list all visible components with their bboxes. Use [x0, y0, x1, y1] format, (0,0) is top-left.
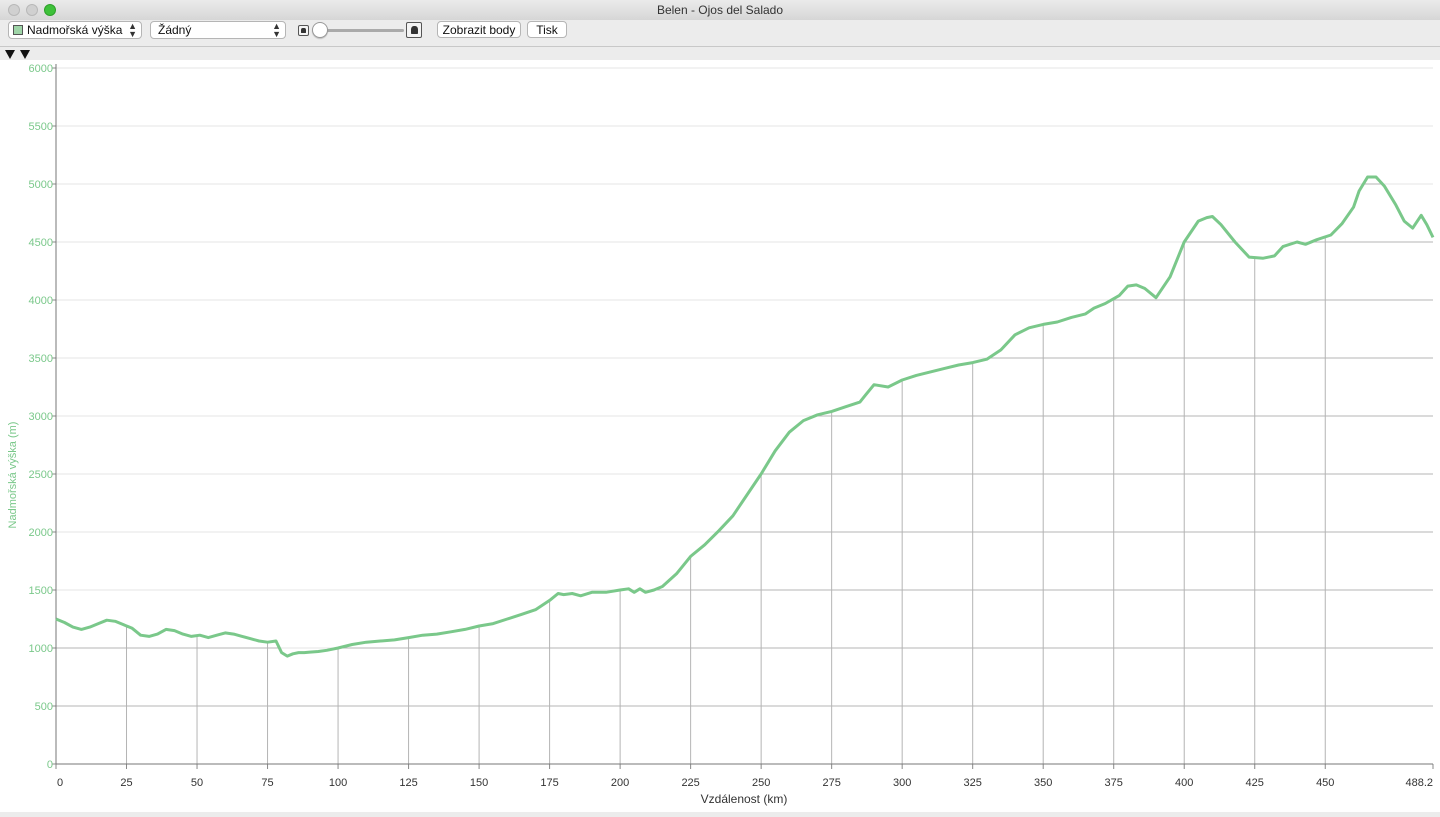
x-tick-label: 450: [1316, 777, 1334, 789]
person-large-icon[interactable]: [406, 22, 422, 38]
x-tick-label: 200: [611, 777, 629, 789]
app-window: Belen - Ojos del Salado Nadmořská výška …: [0, 0, 1440, 812]
y-tick-label: 500: [35, 701, 53, 713]
y-tick-label: 3500: [29, 353, 53, 365]
y-tick-label: 0: [47, 759, 53, 771]
x-tick-label: 375: [1105, 777, 1123, 789]
x-tick-label: 250: [752, 777, 770, 789]
toolbar: Nadmořská výška ▲ ▼ Žádný ▲ ▼ Zobrazit bod…: [0, 20, 1440, 46]
x-tick-label: 275: [822, 777, 840, 789]
metric-select-value: Nadmořská výška: [27, 23, 123, 37]
person-small-icon[interactable]: [298, 25, 309, 36]
y-tick-label: 4000: [29, 295, 53, 307]
series-color-swatch: [13, 25, 23, 35]
x-tick-label: 150: [470, 777, 488, 789]
y-tick-label: 5000: [29, 179, 53, 191]
print-button[interactable]: Tisk: [527, 21, 567, 38]
show-points-button[interactable]: Zobrazit body: [437, 21, 521, 38]
tick-label-layer: 0500100015002000250030003500400045005000…: [29, 63, 1433, 789]
y-tick-label: 3000: [29, 411, 53, 423]
x-tick-label: 350: [1034, 777, 1052, 789]
y-tick-label: 4500: [29, 237, 53, 249]
secondary-select-value: Žádný: [158, 23, 192, 37]
x-tick-label: 50: [191, 777, 203, 789]
zoom-slider-thumb[interactable]: [312, 22, 328, 38]
x-tick-label: 25: [120, 777, 132, 789]
range-marker-bar: [0, 46, 1440, 60]
y-tick-label: 2500: [29, 469, 53, 481]
elevation-profile-chart: 0500100015002000250030003500400045005000…: [7, 63, 1435, 806]
x-tick-label: 100: [329, 777, 347, 789]
metric-select[interactable]: Nadmořská výška ▲ ▼: [8, 21, 142, 39]
y-axis-label: Nadmořská výška (m): [7, 422, 19, 529]
x-tick-label: 325: [964, 777, 982, 789]
y-tick-label: 1000: [29, 643, 53, 655]
y-tick-label: 1500: [29, 585, 53, 597]
y-tick-label: 2000: [29, 527, 53, 539]
x-tick-label: 488.2: [1405, 777, 1433, 789]
series-line-layer: [55, 175, 1435, 658]
select-arrows-icon: ▲ ▼: [128, 21, 137, 39]
x-tick-label: 125: [399, 777, 417, 789]
y-tick-label: 5500: [29, 121, 53, 133]
x-tick-label: 175: [540, 777, 558, 789]
x-axis-label: Vzdálenost (km): [701, 792, 788, 806]
elevation-series-line: [55, 175, 1435, 658]
x-tick-label: 0: [57, 777, 63, 789]
select-arrows-icon: ▲ ▼: [272, 21, 281, 39]
title-bar: Belen - Ojos del Salado: [0, 0, 1440, 20]
range-end-marker-icon[interactable]: [20, 50, 30, 59]
x-tick-label: 225: [681, 777, 699, 789]
y-tick-label: 6000: [29, 63, 53, 75]
window-title: Belen - Ojos del Salado: [656, 3, 784, 17]
range-start-marker-icon[interactable]: [5, 50, 15, 59]
zoom-slider-track[interactable]: [318, 29, 404, 32]
secondary-metric-select[interactable]: Žádný ▲ ▼: [150, 21, 286, 39]
x-tick-label: 425: [1246, 777, 1264, 789]
x-tick-label: 400: [1175, 777, 1193, 789]
x-tick-label: 75: [261, 777, 273, 789]
x-tick-label: 300: [893, 777, 911, 789]
chart-area: 0 500 1000 1500 2000 2500 3000 3500 4000 4500 5000…: [0, 60, 1440, 812]
